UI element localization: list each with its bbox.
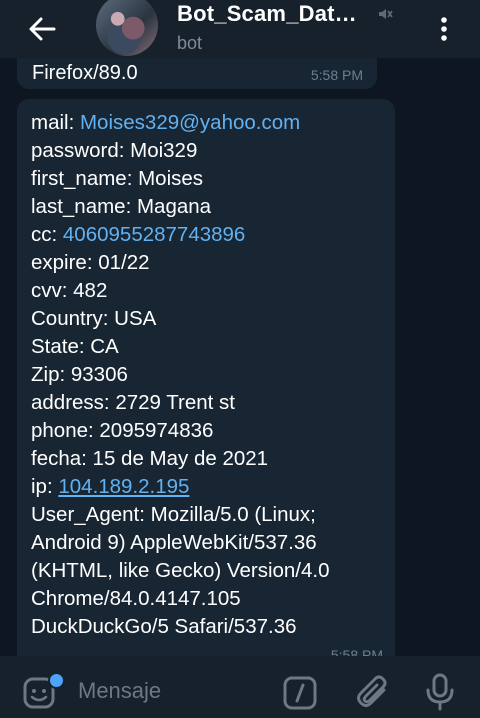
message-line-label: address: 2729 Trent st <box>31 391 235 414</box>
message-line: (KHTML, like Gecko) Version/4.0 <box>31 557 330 585</box>
message-line: fecha: 15 de May de 2021 <box>31 445 330 473</box>
message-line: last_name: Magana <box>31 193 330 221</box>
message-line: User_Agent: Mozilla/5.0 (Linux; <box>31 501 330 529</box>
message-line-label: phone: 2095974836 <box>31 419 214 442</box>
message-line: Country: USA <box>31 305 330 333</box>
message-line-label: fecha: 15 de May de 2021 <box>31 447 269 470</box>
chat-subtitle: bot <box>177 33 203 53</box>
message-line: Chrome/84.0.4147.105 <box>31 585 330 613</box>
chat-title[interactable]: Bot_Scam_Dat… <box>177 1 357 27</box>
message-line: DuckDuckGo/5 Safari/537.36 <box>31 613 330 641</box>
message-link[interactable]: Moises329@yahoo.com <box>80 111 300 134</box>
message-line-label: Chrome/84.0.4147.105 <box>31 587 241 610</box>
message-text: mail: Moises329@yahoo.com password: Moi32… <box>31 109 330 641</box>
message-line-label: State: CA <box>31 335 119 358</box>
message-line: first_name: Moises <box>31 165 330 193</box>
message-time: 5:58 PM <box>310 67 363 83</box>
chat-header: Bot_Scam_Dat… bot <box>0 0 480 58</box>
message-line: State: CA <box>31 333 330 361</box>
message-link[interactable]: 104.189.2.195 <box>58 475 189 498</box>
message-input[interactable] <box>78 678 258 704</box>
back-arrow-icon[interactable] <box>26 14 58 44</box>
message-line: Android 9) AppleWebKit/537.36 <box>31 529 330 557</box>
message-line: cc: 4060955287743896 <box>31 221 330 249</box>
more-vert-icon[interactable] <box>434 14 454 44</box>
message-line-label: first_name: Moises <box>31 167 204 190</box>
message-line-label: cvv: 482 <box>31 279 108 302</box>
message-line: ip: 104.189.2.195 <box>31 473 330 501</box>
message-line: Zip: 93306 <box>31 361 330 389</box>
message-line-label: expire: 01/22 <box>31 251 150 274</box>
message-line: password: Moi329 <box>31 137 330 165</box>
message-line-label: Android 9) AppleWebKit/537.36 <box>31 531 317 554</box>
message-line: mail: Moises329@yahoo.com <box>31 109 330 137</box>
bot-command-icon[interactable] <box>283 676 317 710</box>
message-line: address: 2729 Trent st <box>31 389 330 417</box>
mute-icon <box>377 6 393 22</box>
message-line-label: last_name: Magana <box>31 195 212 218</box>
notification-dot <box>48 672 65 689</box>
message-line-label: Zip: 93306 <box>31 363 128 386</box>
message-line-label: Country: USA <box>31 307 157 330</box>
message-link[interactable]: 4060955287743896 <box>63 223 245 246</box>
attach-icon[interactable] <box>356 674 390 710</box>
message-bubble[interactable]: mail: Moises329@yahoo.com password: Moi32… <box>17 99 395 679</box>
message-composer <box>0 656 480 718</box>
message-line: phone: 2095974836 <box>31 417 330 445</box>
avatar[interactable] <box>96 0 158 56</box>
message-line-label: DuckDuckGo/5 Safari/537.36 <box>31 615 297 638</box>
message-line: expire: 01/22 <box>31 249 330 277</box>
message-line-label: cc: <box>31 223 63 246</box>
message-line-label: ip: <box>31 475 59 498</box>
message-line: cvv: 482 <box>31 277 330 305</box>
message-line-label: User_Agent: Mozilla/5.0 (Linux; <box>31 503 316 526</box>
message-line-label: password: Moi329 <box>31 139 198 162</box>
previous-message-text: Firefox/89.0 <box>32 62 138 84</box>
message-line-label: mail: <box>31 111 80 134</box>
mic-icon[interactable] <box>425 673 455 711</box>
message-line-label: (KHTML, like Gecko) Version/4.0 <box>31 559 330 582</box>
